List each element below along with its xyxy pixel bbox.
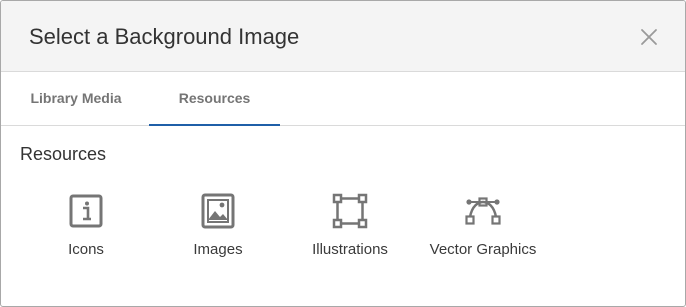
tab-resources[interactable]: Resources	[149, 72, 280, 126]
resource-illustrations-tile[interactable]: Illustrations	[300, 187, 400, 267]
tab-library-media[interactable]: Library Media	[1, 72, 151, 125]
illustration-icon	[332, 193, 368, 229]
close-button[interactable]	[637, 25, 661, 49]
resource-images-tile[interactable]: Images	[178, 187, 258, 267]
dialog-header: Select a Background Image	[1, 1, 685, 72]
section-title: Resources	[20, 144, 107, 164]
close-icon	[641, 29, 657, 45]
resource-vector-graphics-tile[interactable]: Vector Graphics	[418, 187, 548, 267]
vector-bezier-icon	[465, 197, 501, 225]
image-icon	[201, 193, 235, 229]
info-icon	[69, 194, 103, 228]
resource-label: Vector Graphics	[429, 241, 537, 258]
tab-bar: Library Media Resources	[1, 72, 685, 126]
resource-label: Images	[193, 241, 243, 258]
background-image-dialog: Select a Background Image Library Media …	[0, 0, 686, 307]
resource-icons-tile[interactable]: Icons	[46, 187, 126, 267]
resource-label: Illustrations	[312, 241, 388, 258]
dialog-title: Select a Background Image	[29, 24, 300, 49]
resource-label: Icons	[68, 241, 104, 258]
